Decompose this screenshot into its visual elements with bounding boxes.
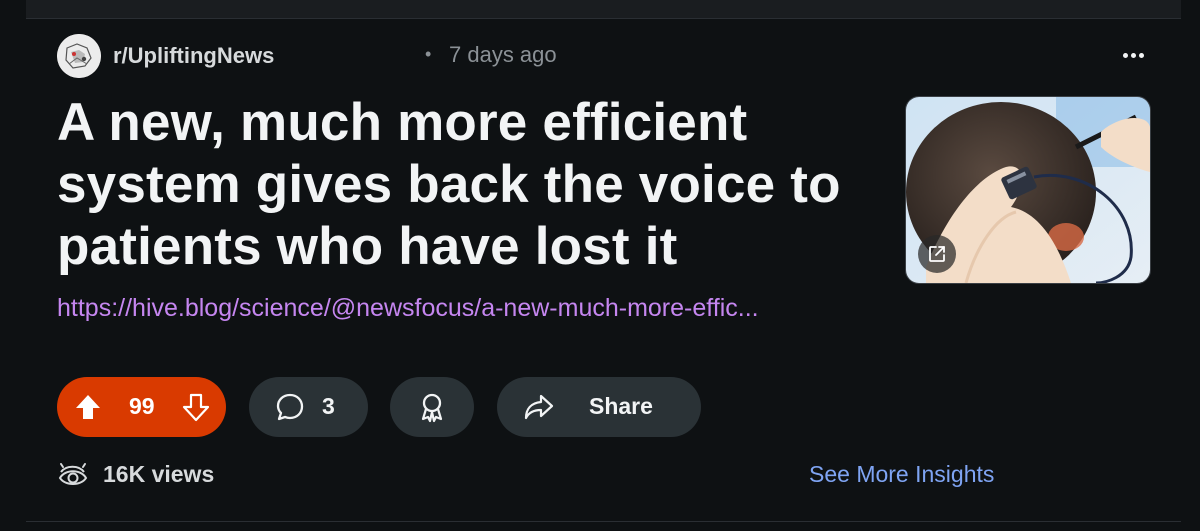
award-button[interactable] xyxy=(390,377,474,437)
subreddit-name[interactable]: r/UpliftingNews xyxy=(113,43,274,69)
award-icon xyxy=(421,393,443,423)
more-dot-icon xyxy=(1138,52,1144,58)
more-options-button[interactable] xyxy=(1113,40,1153,70)
comment-icon xyxy=(276,393,304,421)
more-dot-icon xyxy=(1122,52,1128,58)
external-link-icon xyxy=(929,246,945,262)
post-thumbnail[interactable] xyxy=(905,96,1151,284)
post-meta: r/UpliftingNews xyxy=(57,34,274,78)
downvote-icon[interactable] xyxy=(181,391,211,423)
comments-button[interactable]: 3 xyxy=(249,377,368,437)
vote-score: 99 xyxy=(129,393,155,419)
upvote-icon[interactable] xyxy=(73,392,103,422)
more-dot-icon xyxy=(1130,52,1136,58)
meta-separator: • xyxy=(425,44,432,64)
share-label: Share xyxy=(589,393,653,419)
share-icon xyxy=(524,394,554,420)
divider xyxy=(26,521,1181,522)
subreddit-avatar[interactable] xyxy=(57,34,101,78)
external-link-badge xyxy=(918,235,956,273)
post-link[interactable]: https://hive.blog/science/@newsfocus/a-n… xyxy=(57,294,759,323)
vote-bar: 99 xyxy=(57,377,226,437)
share-button[interactable]: Share xyxy=(497,377,701,437)
previous-post-edge xyxy=(26,0,1181,19)
views-icon xyxy=(58,463,88,485)
post-card: r/UpliftingNews • 7 days ago A new, much… xyxy=(0,0,1200,531)
post-timestamp: 7 days ago xyxy=(449,42,557,67)
views-label: 16K views xyxy=(103,460,215,487)
post-title[interactable]: A new, much more efficient system gives … xyxy=(57,92,887,278)
see-more-insights-link[interactable]: See More Insights xyxy=(809,461,994,488)
comment-count: 3 xyxy=(322,393,335,419)
view-count: 16K views xyxy=(57,458,214,490)
